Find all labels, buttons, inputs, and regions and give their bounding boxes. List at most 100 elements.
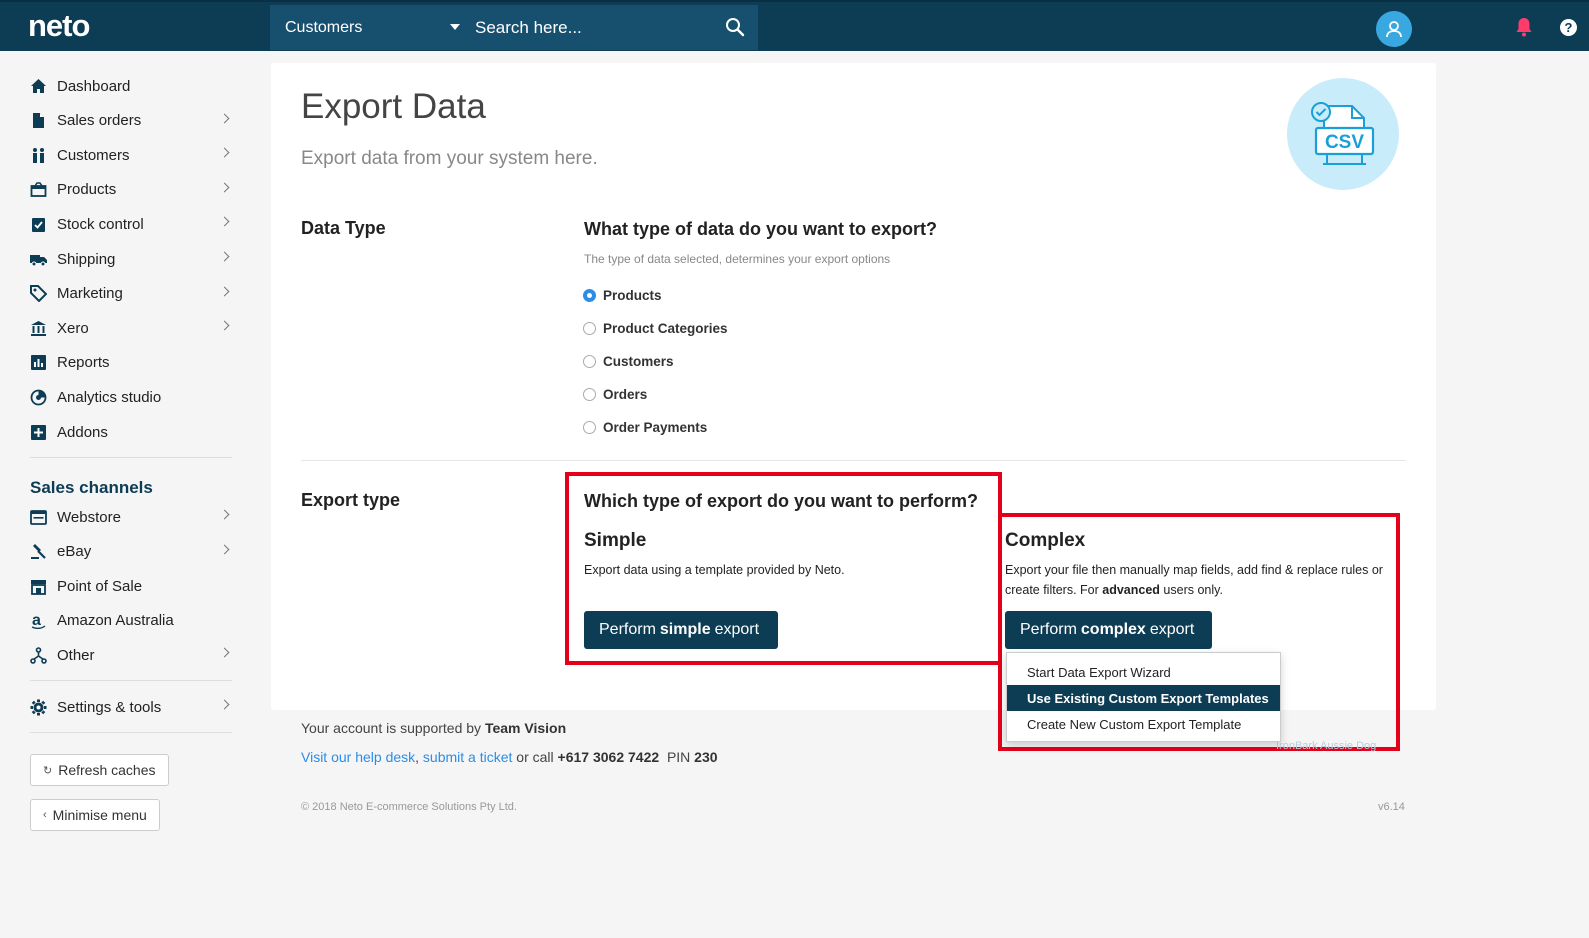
csv-file-graphic: CSV xyxy=(1311,102,1375,165)
menu-item-start-wizard[interactable]: Start Data Export Wizard xyxy=(1007,659,1280,685)
radio-option-customers[interactable]: Customers xyxy=(583,351,674,371)
sidebar-item-label: Marketing xyxy=(57,285,123,303)
sidebar-item-webstore[interactable]: Webstore xyxy=(30,502,230,532)
radio-button[interactable] xyxy=(583,420,596,434)
analytics-icon xyxy=(30,389,47,406)
page-title: Export Data xyxy=(301,87,486,126)
box-icon xyxy=(30,181,47,198)
refresh-caches-button[interactable]: ↻ Refresh caches xyxy=(30,754,169,786)
perform-simple-export-button[interactable]: Perform simple export xyxy=(584,611,778,649)
complex-export-menu: Start Data Export Wizard Use Existing Cu… xyxy=(1006,652,1281,742)
data-type-label: Data Type xyxy=(301,218,386,238)
sidebar-item-reports[interactable]: Reports xyxy=(30,348,230,378)
perform-complex-export-button[interactable]: Perform complex export xyxy=(1005,611,1212,649)
help-icon[interactable]: ? xyxy=(1560,19,1577,36)
sidebar-item-amazon-australia[interactable]: a Amazon Australia xyxy=(30,606,230,636)
menu-item-create-new-template[interactable]: Create New Custom Export Template xyxy=(1007,711,1280,737)
radio-option-product-categories[interactable]: Product Categories xyxy=(583,318,728,338)
sidebar-item-label: Dashboard xyxy=(57,77,131,95)
amazon-icon: a xyxy=(30,612,47,630)
sidebar-item-label: Settings & tools xyxy=(57,698,162,716)
sidebar-item-other[interactable]: Other xyxy=(30,640,230,670)
search-icon[interactable] xyxy=(725,17,745,37)
sidebar-item-label: Amazon Australia xyxy=(57,612,174,630)
sidebar-item-dashboard[interactable]: Dashboard xyxy=(30,71,230,101)
sidebar-item-label: eBay xyxy=(57,543,92,561)
data-type-question: What type of data do you want to export? xyxy=(584,219,937,239)
call-text: or call xyxy=(516,749,554,765)
sidebar-item-label: Products xyxy=(57,181,117,199)
sidebar-item-label: Point of Sale xyxy=(57,577,143,595)
refresh-caches-label: Refresh caches xyxy=(58,762,156,778)
complex-desc-bold: advanced xyxy=(1102,583,1160,597)
menu-item-use-existing-templates[interactable]: Use Existing Custom Export Templates xyxy=(1007,685,1280,711)
version: v6.14 xyxy=(1378,801,1405,813)
ghost-link-text: IronBark Aussie Dog xyxy=(1276,740,1377,752)
radio-button[interactable] xyxy=(583,354,596,368)
sidebar-item-shipping[interactable]: Shipping xyxy=(30,244,230,274)
submit-ticket-link[interactable]: submit a ticket xyxy=(423,749,512,765)
simple-heading: Simple xyxy=(584,530,647,551)
sidebar-item-sales-orders[interactable]: Sales orders xyxy=(30,106,230,136)
complex-desc-line1: Export your file then manually map field… xyxy=(1005,563,1383,577)
radio-option-orders[interactable]: Orders xyxy=(583,384,647,404)
simple-btn-bold: simple xyxy=(659,621,711,638)
sidebar-item-label: Xero xyxy=(57,319,89,337)
contact-text: Visit our help desk, submit a ticket or … xyxy=(301,749,718,765)
plus-square-icon xyxy=(30,424,47,441)
home-icon xyxy=(30,78,47,95)
sidebar-item-xero[interactable]: Xero xyxy=(30,313,230,343)
sidebar-item-customers[interactable]: Customers xyxy=(30,140,230,170)
chevron-right-icon xyxy=(219,113,230,124)
minimise-menu-button[interactable]: ‹ Minimise menu xyxy=(30,799,160,831)
neto-logo[interactable]: neto xyxy=(28,8,90,44)
complex-desc-post: users only. xyxy=(1163,583,1223,597)
radio-button[interactable] xyxy=(583,387,596,401)
radio-button[interactable] xyxy=(583,288,596,302)
search-bar: Customers xyxy=(270,5,758,50)
csv-label: CSV xyxy=(1325,132,1364,153)
complex-desc-pre: create filters. For xyxy=(1005,583,1099,597)
sidebar-item-settings-tools[interactable]: Settings & tools xyxy=(30,692,230,722)
chevron-right-icon xyxy=(219,147,230,158)
sidebar: Dashboard Sales orders Customers Products St… xyxy=(0,51,250,938)
complex-desc-line2: create filters. For advanced users only. xyxy=(1005,580,1383,600)
complex-description: Export your file then manually map field… xyxy=(1005,560,1383,600)
store-icon xyxy=(30,578,47,595)
export-type-question: Which type of export do you want to perf… xyxy=(584,491,978,511)
truck-icon xyxy=(30,251,47,268)
sidebar-item-products[interactable]: Products xyxy=(30,175,230,205)
sidebar-item-label: Other xyxy=(57,646,95,664)
chevron-right-icon xyxy=(219,182,230,193)
sidebar-item-addons[interactable]: Addons xyxy=(30,417,230,447)
page-subtitle: Export data from your system here. xyxy=(301,148,598,169)
sidebar-item-stock-control[interactable]: Stock control xyxy=(30,209,230,239)
sidebar-item-label: Sales orders xyxy=(57,112,142,130)
search-scope-dropdown[interactable]: Customers xyxy=(270,5,465,50)
chevron-right-icon xyxy=(219,286,230,297)
search-input[interactable] xyxy=(475,13,705,43)
chevron-right-icon xyxy=(219,216,230,227)
sidebar-item-point-of-sale[interactable]: Point of Sale xyxy=(30,571,230,601)
bell-icon[interactable] xyxy=(1515,17,1533,37)
sidebar-item-marketing[interactable]: Marketing xyxy=(30,279,230,309)
help-desk-link[interactable]: Visit our help desk xyxy=(301,749,415,765)
sidebar-item-label: Analytics studio xyxy=(57,388,162,406)
user-avatar[interactable] xyxy=(1376,11,1412,47)
chevron-right-icon xyxy=(219,320,230,331)
data-type-hint: The type of data selected, determines yo… xyxy=(584,252,891,266)
copyright: © 2018 Neto E-commerce Solutions Pty Ltd… xyxy=(301,801,517,813)
sidebar-item-label: Webstore xyxy=(57,508,121,526)
radio-label: Customers xyxy=(603,353,674,369)
sidebar-item-analytics-studio[interactable]: Analytics studio xyxy=(30,382,230,412)
radio-option-products[interactable]: Products xyxy=(583,285,662,305)
sidebar-divider xyxy=(30,732,232,733)
simple-btn-post: export xyxy=(714,621,760,638)
complex-btn-pre: Perform xyxy=(1020,621,1077,638)
radio-option-order-payments[interactable]: Order Payments xyxy=(583,417,707,437)
refresh-icon: ↻ xyxy=(43,764,53,777)
sidebar-item-label: Customers xyxy=(57,146,130,164)
radio-button[interactable] xyxy=(583,321,596,335)
sidebar-item-ebay[interactable]: eBay xyxy=(30,537,230,567)
radio-label: Orders xyxy=(603,386,648,402)
